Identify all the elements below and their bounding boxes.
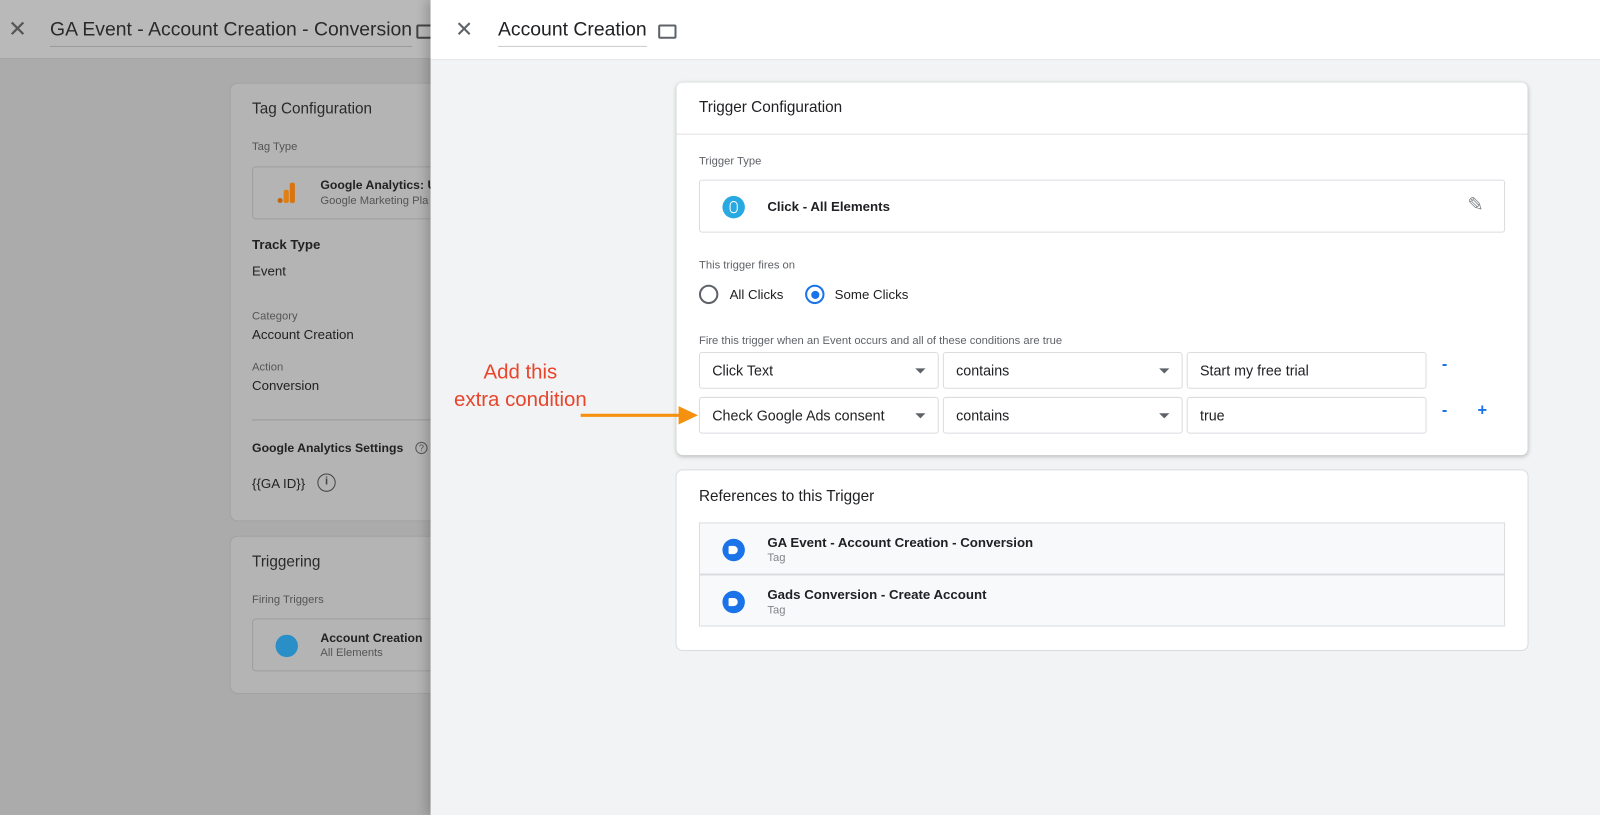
track-type-value: Event: [252, 263, 286, 278]
category-label: Category: [252, 310, 298, 322]
radio-checked-icon: [805, 285, 824, 304]
reference-item[interactable]: Gads Conversion - Create Account Tag: [699, 574, 1505, 626]
dropdown-arrow-icon: [915, 368, 925, 373]
card-heading: Trigger Configuration: [699, 99, 842, 116]
add-condition-button[interactable]: +: [1478, 402, 1488, 420]
radio-all-clicks[interactable]: All Clicks: [699, 285, 791, 305]
divider: [677, 134, 1528, 135]
triggering-card: Triggering Firing Triggers Account Creat…: [230, 536, 431, 694]
remove-condition-button[interactable]: -: [1442, 356, 1447, 374]
trigger-type-box[interactable]: Click - All Elements ✎: [699, 180, 1505, 233]
trigger-editor-panel: ✕ Account Creation Trigger Configuration…: [431, 0, 1600, 815]
tag-icon: [722, 591, 744, 613]
remove-condition-button[interactable]: -: [1442, 402, 1447, 420]
google-analytics-icon: [278, 183, 298, 205]
tag-title[interactable]: GA Event - Account Creation - Conversion: [50, 19, 412, 47]
reference-name: Gads Conversion - Create Account: [767, 587, 986, 602]
tag-configuration-card: Tag Configuration Tag Type Google Analyt…: [230, 83, 431, 522]
edit-pencil-icon[interactable]: ✎: [1467, 194, 1483, 217]
close-icon[interactable]: ✕: [8, 16, 27, 43]
click-trigger-icon: [276, 635, 298, 657]
action-label: Action: [252, 361, 283, 373]
condition-operator-select[interactable]: contains: [943, 397, 1183, 434]
card-heading: Triggering: [252, 553, 320, 570]
dropdown-arrow-icon: [1159, 413, 1169, 418]
folder-icon[interactable]: [658, 24, 676, 38]
conditions-label: Fire this trigger when an Event occurs a…: [699, 335, 1062, 347]
reference-name: GA Event - Account Creation - Conversion: [767, 535, 1033, 550]
condition-value-input[interactable]: Start my free trial: [1187, 352, 1427, 389]
folder-icon[interactable]: [416, 24, 430, 38]
tag-type-label: Tag Type: [252, 141, 297, 153]
divider: [252, 419, 431, 420]
category-value: Account Creation: [252, 327, 354, 342]
annotation-line: Add this: [431, 359, 611, 387]
radio-unchecked-icon: [699, 285, 718, 304]
firing-trigger-item[interactable]: Account Creation All Elements: [252, 618, 431, 671]
card-heading: References to this Trigger: [699, 488, 874, 505]
help-icon[interactable]: ?: [415, 442, 427, 454]
reference-item[interactable]: GA Event - Account Creation - Conversion…: [699, 522, 1505, 574]
trigger-type-label: Trigger Type: [699, 155, 761, 167]
tag-icon: [722, 539, 744, 561]
info-icon[interactable]: i: [317, 473, 335, 491]
card-heading: Tag Configuration: [252, 100, 372, 117]
firing-triggers-label: Firing Triggers: [252, 594, 324, 606]
tag-type-name: Google Analytics: U: [320, 178, 430, 192]
radio-label: All Clicks: [730, 287, 784, 302]
trigger-name: Account Creation: [320, 631, 422, 645]
radio-label: Some Clicks: [835, 287, 909, 302]
condition-value-input[interactable]: true: [1187, 397, 1427, 434]
ga-settings-label: Google Analytics Settings: [252, 441, 403, 455]
track-type-label: Track Type: [252, 237, 320, 252]
reference-type: Tag: [767, 604, 785, 616]
close-icon[interactable]: ✕: [455, 17, 473, 43]
fires-on-label: This trigger fires on: [699, 259, 795, 271]
trigger-editor-header: ✕ Account Creation: [431, 0, 1600, 60]
references-card: References to this Trigger GA Event - Ac…: [677, 470, 1528, 650]
background-tag-editor: ✕ GA Event - Account Creation - Conversi…: [0, 0, 431, 815]
condition-variable-select[interactable]: Click Text: [699, 352, 939, 389]
action-value: Conversion: [252, 378, 319, 393]
trigger-type-value: Click - All Elements: [767, 199, 890, 214]
radio-some-clicks[interactable]: Some Clicks: [805, 285, 917, 305]
annotation-arrow-icon: [581, 404, 699, 426]
dropdown-arrow-icon: [1159, 368, 1169, 373]
condition-variable-select[interactable]: Check Google Ads consent: [699, 397, 939, 434]
tag-type-box[interactable]: Google Analytics: U Google Marketing Pla: [252, 166, 431, 219]
click-trigger-icon: [722, 196, 744, 218]
trigger-configuration-card: Trigger Configuration Trigger Type Click…: [677, 83, 1528, 455]
tag-editor-header: ✕ GA Event - Account Creation - Conversi…: [0, 0, 431, 59]
condition-operator-select[interactable]: contains: [943, 352, 1183, 389]
dropdown-arrow-icon: [915, 413, 925, 418]
reference-type: Tag: [767, 552, 785, 564]
tag-type-sub: Google Marketing Pla: [320, 195, 428, 207]
ga-settings-value: {{GA ID}}: [252, 476, 305, 491]
trigger-sub: All Elements: [320, 647, 382, 659]
trigger-title[interactable]: Account Creation: [498, 19, 647, 47]
